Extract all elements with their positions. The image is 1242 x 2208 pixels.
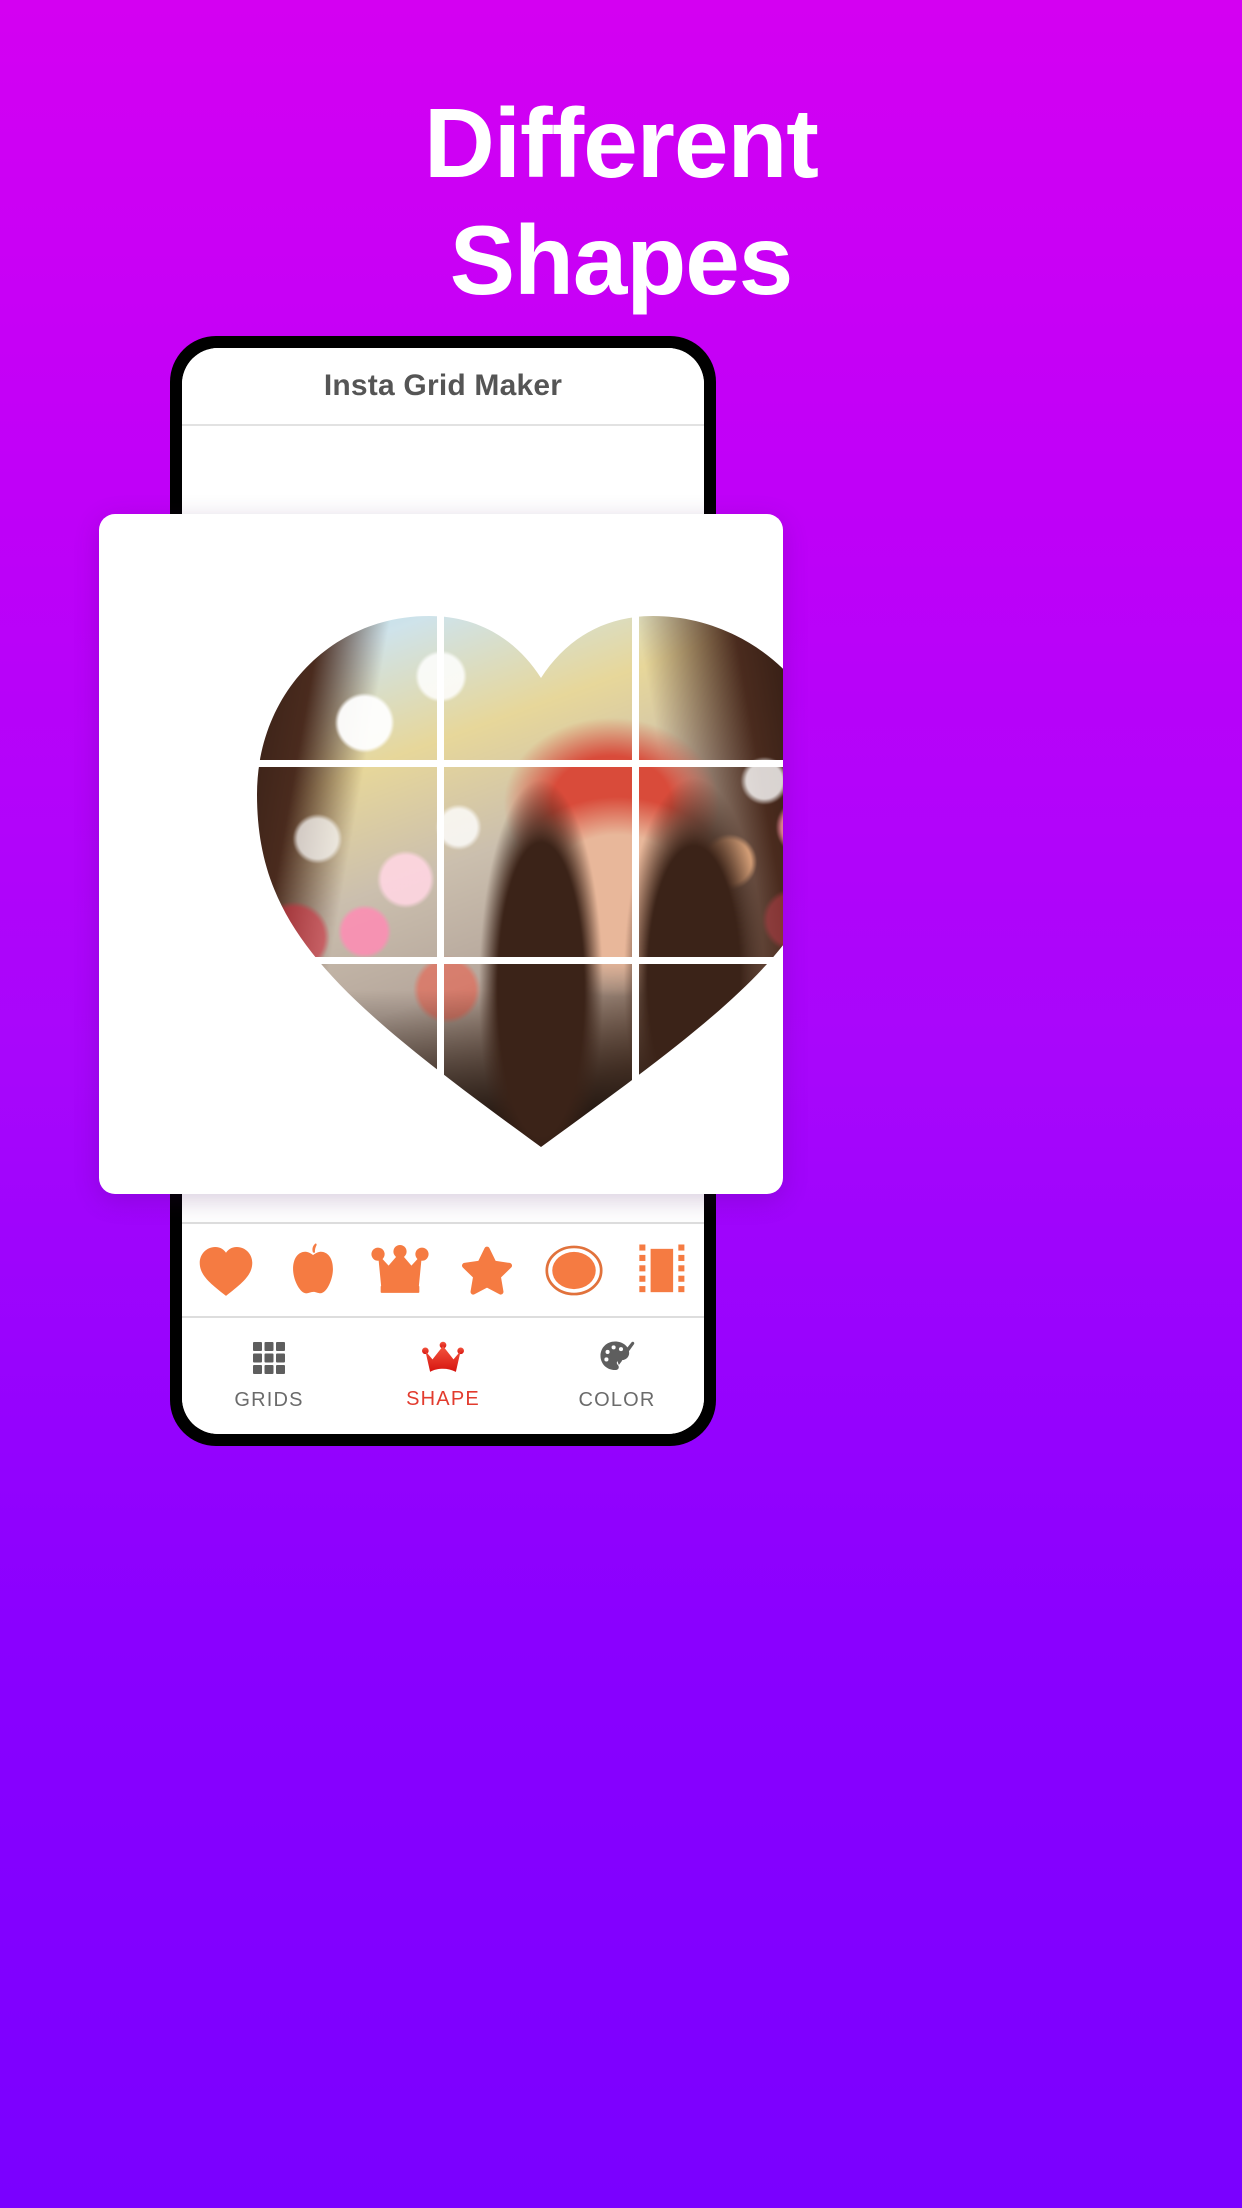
app-header: Insta Grid Maker [182, 348, 704, 426]
apple-shape-icon [287, 1242, 339, 1298]
crown-shape-icon [370, 1244, 429, 1296]
promo-headline: Different Shapes [0, 92, 1242, 312]
preview-photo [257, 616, 783, 1147]
promo-headline-line-1: Different [424, 88, 819, 198]
shape-option-apple[interactable] [277, 1234, 349, 1306]
bottom-navigation: GRIDS SHAPE COLOR [182, 1318, 704, 1434]
shape-option-oval[interactable] [538, 1234, 610, 1306]
app-title: Insta Grid Maker [323, 369, 563, 402]
film-strip-shape-icon [635, 1242, 687, 1299]
nav-item-grids[interactable]: GRIDS [182, 1341, 356, 1412]
heart-shape-icon [197, 1243, 255, 1298]
heart-photo-preview[interactable] [247, 572, 783, 1152]
nav-label-shape: SHAPE [406, 1388, 480, 1410]
shape-toolbar [182, 1222, 704, 1318]
shape-preview-card [99, 514, 783, 1194]
shape-option-heart[interactable] [190, 1234, 262, 1306]
nav-item-color[interactable]: COLOR [530, 1340, 704, 1412]
nav-item-shape[interactable]: SHAPE [356, 1341, 530, 1411]
palette-icon [599, 1340, 636, 1380]
star-shape-icon [459, 1243, 515, 1297]
grid-icon [252, 1341, 286, 1380]
promo-headline-line-2: Shapes [449, 204, 794, 315]
nav-label-grids: GRIDS [234, 1388, 304, 1411]
shape-option-film-strip[interactable] [625, 1234, 697, 1306]
nav-label-color: COLOR [578, 1389, 656, 1411]
oval-shape-icon [544, 1244, 603, 1297]
crown-icon [422, 1341, 464, 1379]
shape-option-crown[interactable] [364, 1234, 436, 1306]
shape-option-star[interactable] [451, 1234, 523, 1306]
